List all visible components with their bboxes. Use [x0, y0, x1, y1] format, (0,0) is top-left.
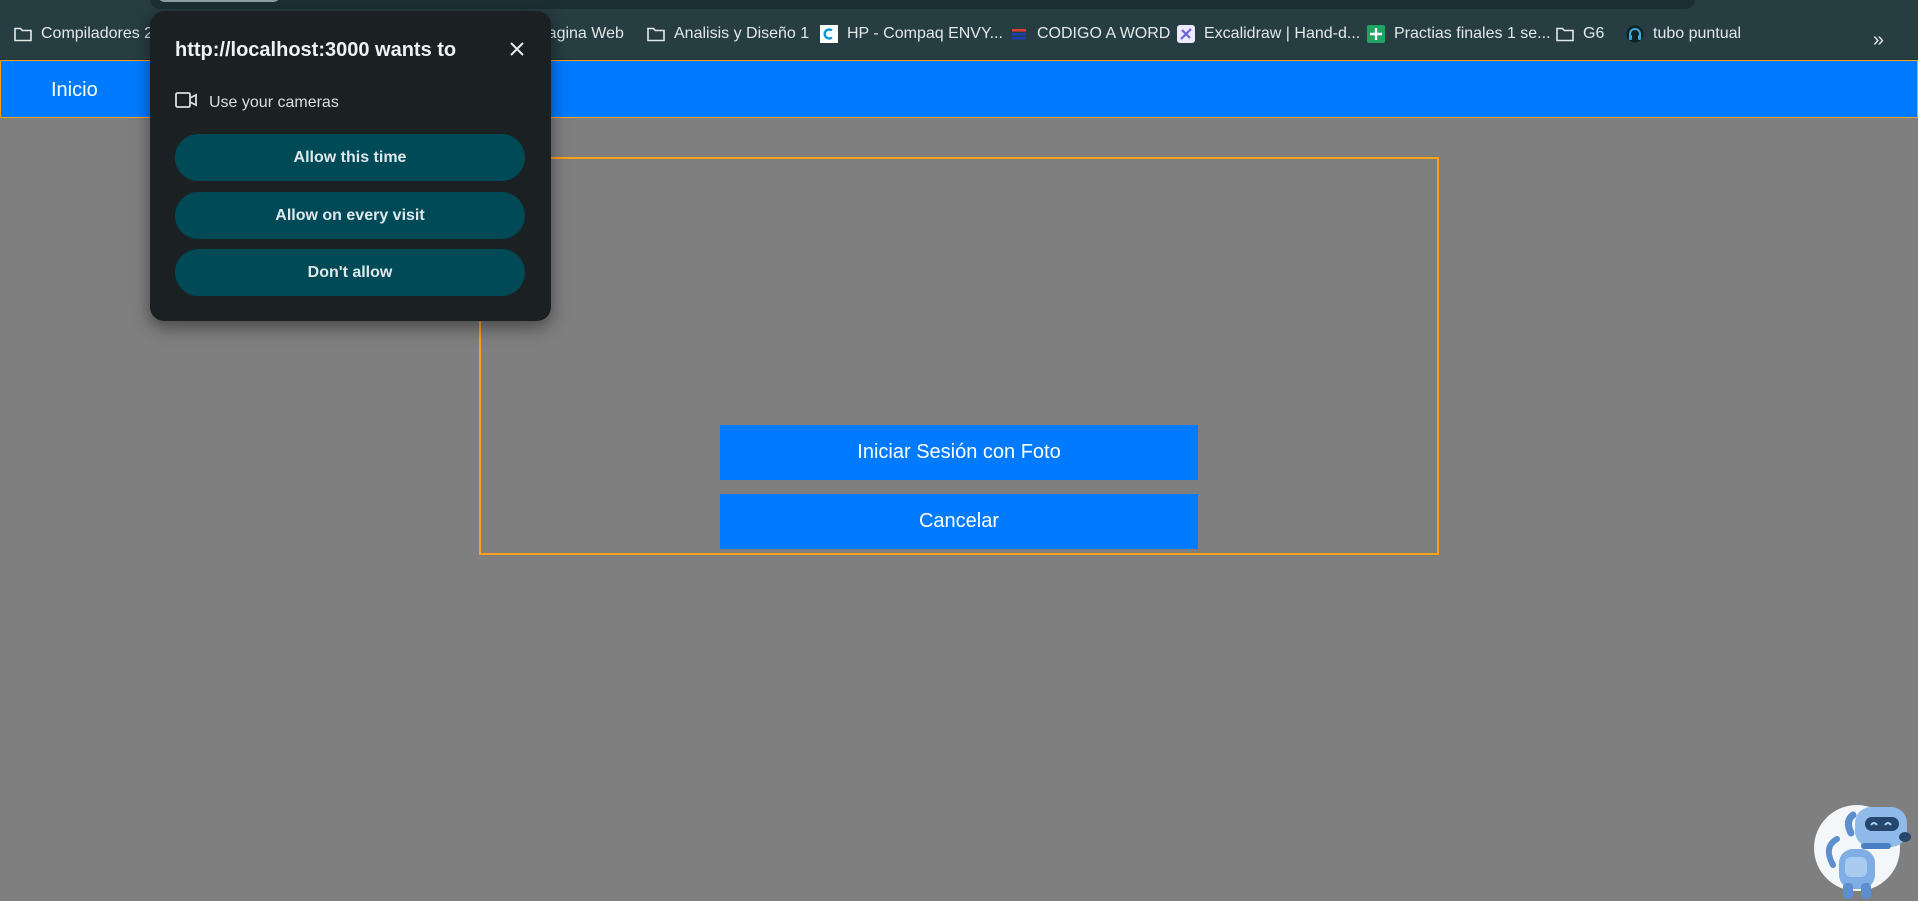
camera-icon — [175, 91, 197, 114]
bookmark-label: HP - Compaq ENVY... — [847, 25, 1003, 42]
address-bar-chip — [157, 0, 281, 2]
photo-login-button[interactable]: Iniciar Sesión con Foto — [720, 425, 1198, 480]
camera-permission-dialog: http://localhost:3000 wants to Use your … — [150, 11, 551, 321]
dialog-title: http://localhost:3000 wants to — [175, 39, 457, 61]
bookmark-excalidraw[interactable]: Excalidraw | Hand-d... — [1177, 23, 1360, 45]
permission-text: Use your cameras — [209, 93, 339, 111]
robot-dog-mascot-icon[interactable] — [1805, 795, 1918, 901]
camera-permission-row: Use your cameras — [175, 91, 339, 114]
dont-allow-button[interactable]: Don't allow — [175, 249, 525, 296]
excalidraw-icon — [1177, 25, 1195, 43]
close-icon[interactable] — [505, 37, 529, 61]
nav-home-link[interactable]: Inicio — [51, 79, 98, 102]
bookmark-label: CODIGO A WORD — [1037, 25, 1171, 42]
bookmark-analisis[interactable]: Analisis y Diseño 1 — [647, 23, 809, 45]
allow-every-visit-button[interactable]: Allow on every visit — [175, 192, 525, 239]
codigo-favicon — [1010, 25, 1028, 43]
bookmark-tubo-puntual[interactable]: tubo puntual — [1626, 23, 1741, 45]
bookmark-hp[interactable]: HP - Compaq ENVY... — [820, 23, 1003, 45]
address-bar[interactable] — [150, 0, 1695, 9]
headphones-icon — [1626, 25, 1644, 43]
bookmark-codigo-word[interactable]: CODIGO A WORD — [1010, 23, 1170, 45]
bookmark-label: Analisis y Diseño 1 — [674, 25, 810, 42]
bookmark-g6[interactable]: G6 — [1556, 23, 1604, 45]
bookmark-compiladores[interactable]: Compiladores 2 — [14, 23, 153, 45]
folder-icon — [647, 25, 665, 43]
bookmark-label: G6 — [1583, 25, 1605, 42]
bookmark-label: Practias finales 1 se... — [1394, 25, 1551, 42]
more-bookmarks-icon[interactable]: » — [1873, 30, 1884, 50]
allow-this-time-button[interactable]: Allow this time — [175, 134, 525, 181]
bookmark-label: Excalidraw | Hand-d... — [1204, 25, 1361, 42]
cancel-button[interactable]: Cancelar — [720, 494, 1198, 549]
folder-icon — [14, 25, 32, 43]
folder-icon — [1556, 25, 1574, 43]
hp-favicon — [820, 25, 838, 43]
bookmark-label: Compiladores 2 — [41, 25, 154, 42]
bookmark-label: tubo puntual — [1653, 25, 1742, 42]
bookmark-practicas[interactable]: Practias finales 1 se... — [1367, 23, 1551, 45]
sheets-icon — [1367, 25, 1385, 43]
